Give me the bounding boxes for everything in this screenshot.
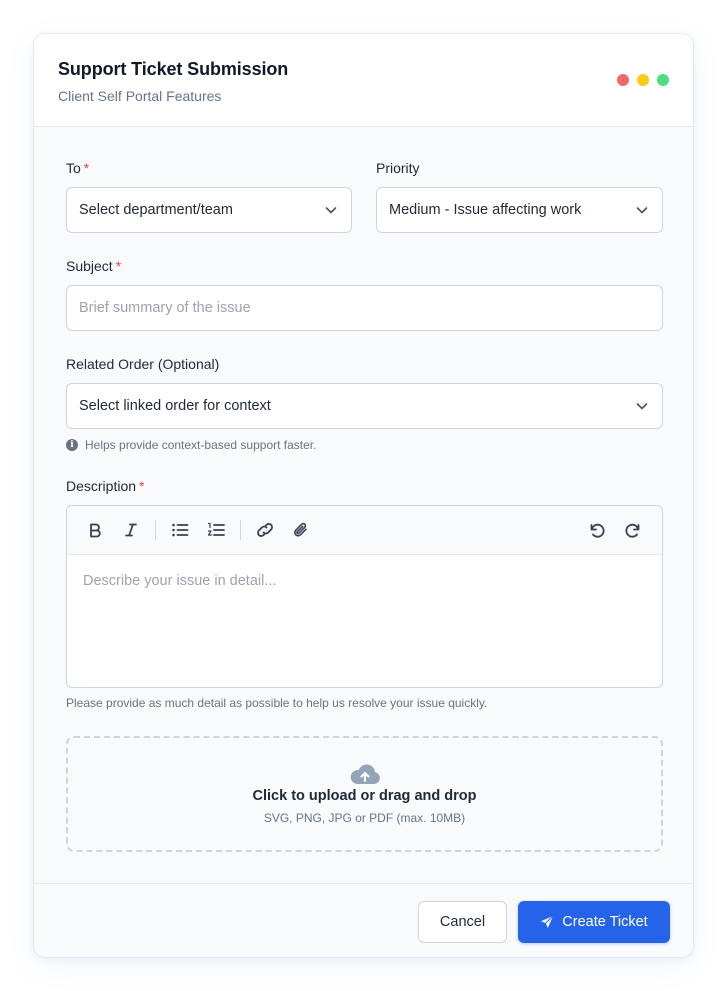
subject-input[interactable]: Brief summary of the issue [66,285,663,331]
ticket-card: Support Ticket Submission Client Self Po… [33,33,694,958]
undo-icon[interactable] [587,520,607,540]
to-select-value: Select department/team [79,202,233,218]
subject-label-text: Subject [66,258,113,274]
cancel-button[interactable]: Cancel [418,901,507,943]
create-ticket-button[interactable]: Create Ticket [518,901,670,943]
related-order-select[interactable]: Select linked order for context [66,383,663,429]
subject-label: Subject * [66,258,121,274]
priority-label: Priority [376,160,420,176]
toolbar-divider [240,520,241,540]
description-label: Description * [66,478,144,494]
card-header: Support Ticket Submission Client Self Po… [34,34,693,127]
description-helper: Please provide as much detail as possibl… [66,696,488,710]
yellow-dot-icon [637,74,649,86]
page-subtitle: Client Self Portal Features [58,88,222,104]
redo-icon[interactable] [623,520,643,540]
green-dot-icon [657,74,669,86]
related-order-label: Related Order (Optional) [66,356,220,372]
italic-icon[interactable] [121,520,141,540]
window-dots [617,74,669,86]
hint-text: Helps provide context-based support fast… [85,438,317,452]
description-textarea[interactable]: Describe your issue in detail... [67,555,662,607]
toolbar-divider [155,520,156,540]
to-select[interactable]: Select department/team [66,187,352,233]
chevron-down-icon [636,403,648,410]
editor-toolbar [67,506,662,555]
priority-select-value: Medium - Issue affecting work [389,202,582,218]
file-upload-dropzone[interactable]: Click to upload or drag and drop SVG, PN… [66,736,663,852]
numbered-list-icon[interactable] [206,520,226,540]
to-label-text: To [66,160,81,176]
bullet-list-icon[interactable] [170,520,190,540]
info-icon: i [66,439,78,451]
card-footer: Cancel Create Ticket [34,883,693,957]
required-mark: * [139,478,145,494]
required-mark: * [115,258,122,274]
cloud-upload-icon [350,764,380,784]
chevron-down-icon [636,207,648,214]
create-ticket-label: Create Ticket [562,914,648,930]
upload-title: Click to upload or drag and drop [252,788,477,804]
page-title: Support Ticket Submission [58,59,289,79]
related-order-hint: i Helps provide context-based support fa… [66,438,316,452]
description-editor: Describe your issue in detail... [66,505,663,688]
to-label: To * [66,160,89,176]
attachment-icon[interactable] [291,520,311,540]
related-order-value: Select linked order for context [79,398,271,414]
description-placeholder: Describe your issue in detail... [83,573,277,589]
chevron-down-icon [325,207,337,214]
upload-subtitle: SVG, PNG, JPG or PDF (max. 10MB) [263,811,466,825]
required-mark: * [83,160,90,176]
subject-placeholder: Brief summary of the issue [79,300,251,316]
bold-icon[interactable] [85,520,105,540]
send-icon [541,915,554,928]
description-label-text: Description [66,478,137,494]
red-dot-icon [617,74,629,86]
link-icon[interactable] [255,520,275,540]
priority-select[interactable]: Medium - Issue affecting work [376,187,663,233]
